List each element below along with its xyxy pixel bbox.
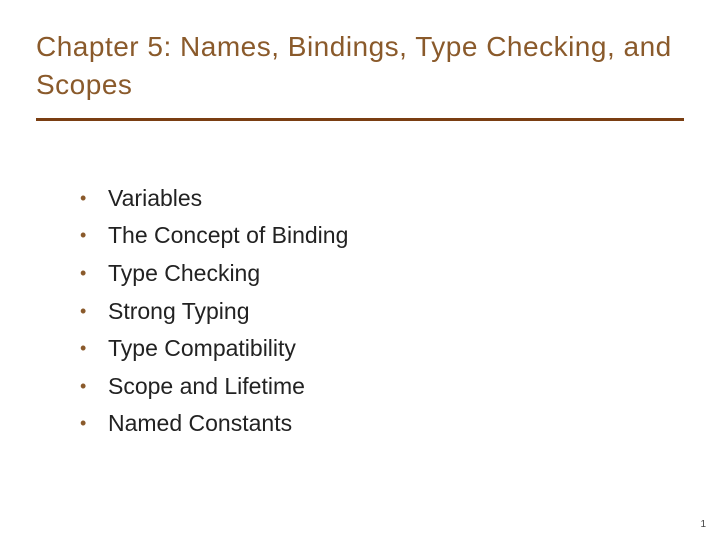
list-item: The Concept of Binding [80,218,684,254]
list-item: Type Compatibility [80,331,684,367]
page-number: 1 [700,519,706,530]
list-item: Type Checking [80,256,684,292]
list-item: Variables [80,181,684,217]
title-underline [36,118,684,121]
slide: Chapter 5: Names, Bindings, Type Checkin… [0,0,720,540]
list-item: Scope and Lifetime [80,369,684,405]
list-item: Named Constants [80,406,684,442]
list-item: Strong Typing [80,294,684,330]
bullet-list: Variables The Concept of Binding Type Ch… [36,181,684,442]
slide-title: Chapter 5: Names, Bindings, Type Checkin… [36,28,684,114]
